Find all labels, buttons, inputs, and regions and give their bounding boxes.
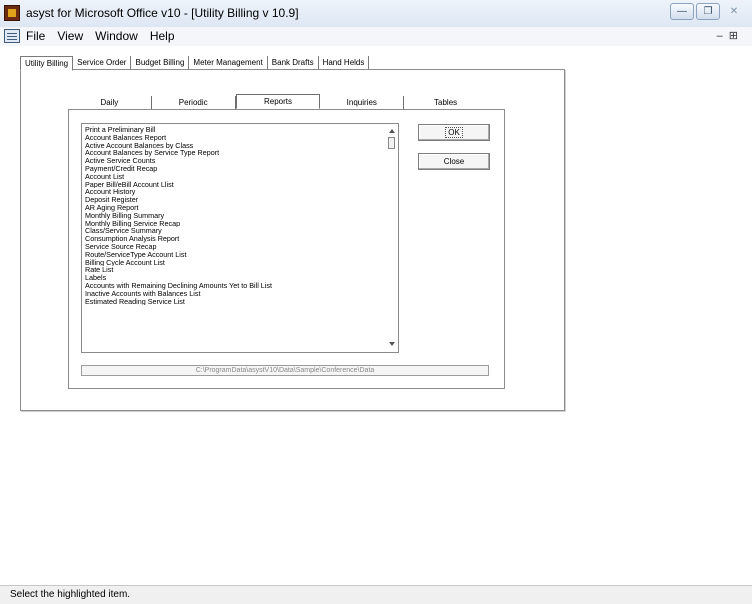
document-menu-icon[interactable] [4,29,20,43]
tab-hand-helds[interactable]: Hand Helds [319,56,370,69]
report-item[interactable]: Print a Preliminary Bill [85,126,385,134]
report-item[interactable]: Payment/Credit Recap [85,165,385,173]
tab-bank-drafts[interactable]: Bank Drafts [268,56,319,69]
close-button-label: Close [443,157,465,166]
window-controls: — ❐ ✕ [670,3,746,20]
mdi-controls: –⊞ [717,29,744,42]
tab-meter-management[interactable]: Meter Management [189,56,268,69]
report-item-partial[interactable] [85,305,385,309]
report-item[interactable]: Monthly Billing Summary [85,212,385,220]
status-text: Select the highlighted item. [10,589,131,600]
ok-button-label: OK [445,127,463,138]
report-item[interactable]: AR Aging Report [85,204,385,212]
report-list: Print a Preliminary Bill Account Balances… [85,126,385,309]
tab-periodic[interactable]: Periodic [152,96,236,109]
menu-window[interactable]: Window [95,29,138,43]
status-bar: Select the highlighted item. [0,585,752,604]
report-item[interactable]: Accounts with Remaining Declining Amount… [85,282,385,290]
report-item[interactable]: Inactive Accounts with Balances List [85,290,385,298]
close-button[interactable]: Close [418,153,490,170]
mdi-restore-icon[interactable]: ⊞ [729,30,744,42]
report-item[interactable]: Estimated Reading Service List [85,298,385,306]
title-bar: asyst for Microsoft Office v10 - [Utilit… [0,0,752,28]
report-item[interactable]: Active Account Balances by Class [85,142,385,150]
tab-utility-billing[interactable]: Utility Billing [20,56,74,71]
ok-button[interactable]: OK [418,124,490,141]
data-path-display: C:\ProgramData\asystV10\Data\Sample\Conf… [81,365,489,376]
reports-listbox[interactable]: Print a Preliminary Bill Account Balances… [81,123,399,353]
function-tabs: Daily Periodic Reports Inquiries Tables [68,94,487,109]
scroll-thumb[interactable] [388,137,395,149]
close-icon[interactable]: ✕ [722,3,746,20]
menu-bar: File View Window Help –⊞ [0,27,752,47]
menu-help[interactable]: Help [150,29,175,43]
report-item[interactable]: Deposit Register [85,196,385,204]
report-item[interactable]: Labels [85,274,385,282]
restore-icon[interactable]: ❐ [696,3,720,20]
list-scrollbar[interactable] [386,124,398,352]
tab-daily[interactable]: Daily [68,96,152,109]
report-item[interactable]: Account Balances Report [85,134,385,142]
report-item[interactable]: Route/ServiceType Account List [85,251,385,259]
app-icon[interactable] [4,5,20,21]
scroll-down-icon[interactable] [389,342,395,346]
mdi-minimize-icon[interactable]: – [717,30,729,42]
report-item[interactable]: Class/Service Summary [85,227,385,235]
report-item[interactable]: Consumption Analysis Report [85,235,385,243]
tab-reports[interactable]: Reports [235,94,321,109]
report-item[interactable]: Billing Cycle Account List [85,259,385,267]
report-item[interactable]: Active Service Counts [85,157,385,165]
report-item[interactable]: Rate List [85,266,385,274]
report-item[interactable]: Service Source Recap [85,243,385,251]
tab-inquiries[interactable]: Inquiries [320,96,405,109]
report-item[interactable]: Monthly Billing Service Recap [85,220,385,228]
minimize-icon[interactable]: — [670,3,694,20]
tab-service-order[interactable]: Service Order [73,56,132,69]
scroll-up-icon[interactable] [389,129,395,133]
tab-tables[interactable]: Tables [404,96,487,109]
tab-budget-billing[interactable]: Budget Billing [131,56,190,69]
report-item[interactable]: Paper Bill/eBill Account Llist [85,181,385,189]
menu-file[interactable]: File [26,29,45,43]
utility-billing-form: Utility Billing Service Order Budget Bil… [0,46,752,585]
report-item[interactable]: Account List [85,173,385,181]
report-item[interactable]: Account History [85,188,385,196]
menu-view[interactable]: View [57,29,83,43]
window-title: asyst for Microsoft Office v10 - [Utilit… [26,6,299,20]
report-item[interactable]: Account Balances by Service Type Report [85,149,385,157]
